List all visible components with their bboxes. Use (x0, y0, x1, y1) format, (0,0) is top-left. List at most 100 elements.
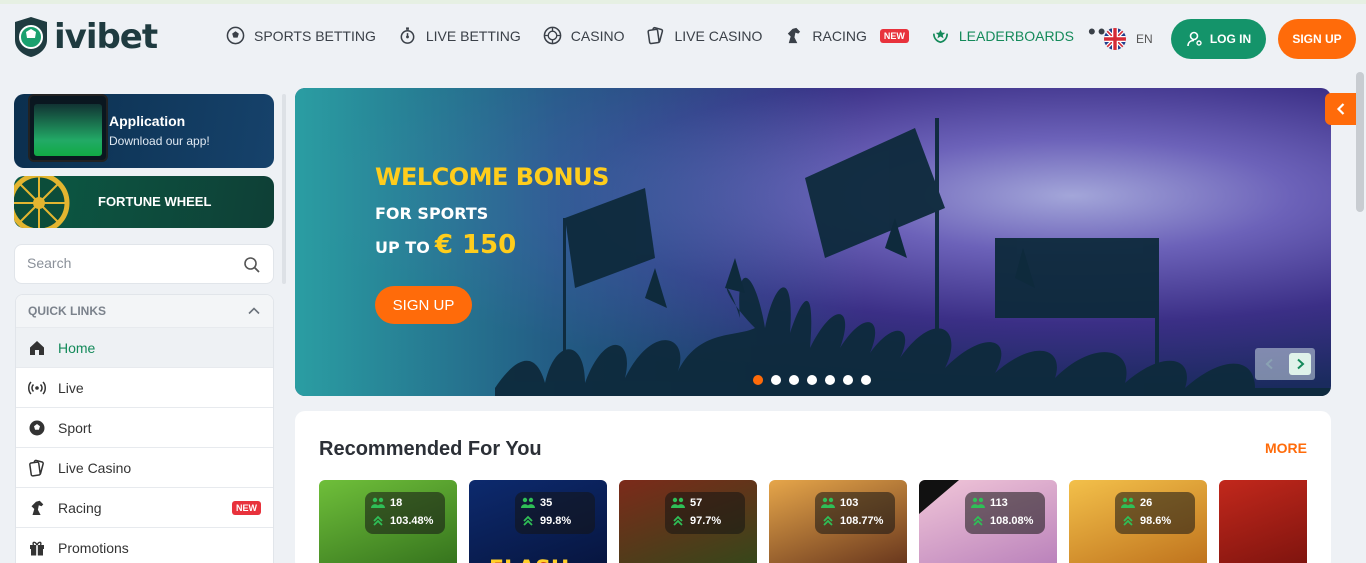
carousel-dot[interactable] (825, 375, 835, 385)
signup-label: SIGN UP (1292, 32, 1342, 46)
header: ivibet SPORTS BETTING LIVE BETTING CASIN… (0, 4, 1366, 72)
rtp-value: 98.6% (1140, 515, 1172, 527)
game-tile[interactable]: 35 99.8% FLASH (469, 480, 607, 563)
carousel-dots (753, 375, 871, 385)
player-count: 35 (540, 497, 553, 509)
cards-icon (29, 459, 44, 477)
nav-label: LIVE BETTING (425, 27, 521, 44)
banner-cta-label: SIGN UP (392, 296, 455, 314)
nav-live-betting[interactable]: LIVE BETTING (398, 26, 521, 45)
carousel-dot[interactable] (753, 375, 763, 385)
language-selector[interactable]: EN (1104, 28, 1153, 50)
sidebar-item-label: Home (58, 339, 96, 356)
game-tile[interactable]: 26 98.6% (1069, 480, 1207, 563)
search-input[interactable] (27, 255, 227, 271)
carousel-dot[interactable] (843, 375, 853, 385)
chevron-up-icon[interactable] (247, 304, 261, 318)
chevron-right-icon (1297, 358, 1305, 370)
user-key-icon (1187, 31, 1202, 47)
nav-label: RACING (812, 27, 867, 44)
carousel-next-button[interactable] (1289, 353, 1311, 375)
nav-label: LIVE CASINO (674, 27, 763, 44)
sidebar-item-racing[interactable]: Racing NEW (16, 487, 273, 527)
player-count: 57 (690, 497, 703, 509)
players-icon (971, 497, 985, 508)
game-stats: 18 103.48% (365, 492, 445, 534)
sidebar-scrollbar[interactable] (282, 94, 286, 284)
search-box (14, 244, 274, 284)
page-scrollbar[interactable] (1356, 72, 1364, 212)
nav-label: CASINO (570, 27, 625, 44)
rtp-value: 99.8% (540, 515, 572, 527)
game-stats: 113 108.08% (965, 492, 1045, 534)
nav-racing[interactable]: RACING NEW (784, 26, 909, 45)
rtp-up-icon (1123, 515, 1133, 526)
banner-prefix: UP TO (375, 238, 430, 257)
game-tile[interactable]: 18 103.48% (319, 480, 457, 563)
carousel-dot[interactable] (807, 375, 817, 385)
app-download-card[interactable]: Application Download our app! (14, 94, 274, 168)
uk-flag-icon (1104, 28, 1126, 50)
quick-links-title: QUICK LINKS (28, 304, 106, 318)
brand-name: ivibet (54, 17, 158, 57)
login-button[interactable]: LOG IN (1171, 19, 1266, 59)
game-stats: 103 108.77% (815, 492, 895, 534)
banner-signup-button[interactable]: SIGN UP (375, 286, 472, 324)
signup-button[interactable]: SIGN UP (1278, 19, 1356, 59)
game-stats: 35 99.8% (515, 492, 595, 534)
carousel-dot[interactable] (861, 375, 871, 385)
rtp-up-icon (373, 515, 383, 526)
nav-casino[interactable]: CASINO (543, 26, 625, 45)
sidebar-item-label: Racing (58, 499, 102, 516)
soccer-ball-icon (29, 420, 45, 435)
sidebar-item-home[interactable]: Home (16, 327, 273, 367)
side-panel-toggle[interactable] (1325, 93, 1357, 125)
rtp-up-icon (973, 515, 983, 526)
game-tile[interactable]: 103 108.77% (769, 480, 907, 563)
game-stats: 26 98.6% (1115, 492, 1195, 534)
quick-links-panel: QUICK LINKS Home Live Sport Live Casino … (15, 294, 274, 563)
fortune-wheel-card[interactable]: FORTUNE WHEEL (14, 176, 274, 228)
new-badge: NEW (879, 28, 909, 43)
rtp-up-icon (523, 515, 533, 526)
logo[interactable]: ivibet (12, 14, 158, 60)
search-icon[interactable] (243, 256, 261, 274)
game-tile[interactable]: 57 97.7% (619, 480, 757, 563)
game-logo-text: FLASH (489, 557, 569, 563)
fortune-wheel-title: FORTUNE WHEEL (98, 194, 212, 209)
chevron-left-icon (1336, 103, 1345, 115)
nav-sports-betting[interactable]: SPORTS BETTING (226, 26, 376, 45)
fortune-wheel-icon (14, 176, 70, 228)
carousel-dot[interactable] (789, 375, 799, 385)
quick-links-header[interactable]: QUICK LINKS (16, 295, 273, 327)
sidebar-item-live[interactable]: Live (16, 367, 273, 407)
recommended-section: Recommended For You MORE 18 103.48% 35 99.8… (295, 411, 1331, 563)
game-tile[interactable] (1219, 480, 1307, 563)
home-icon (30, 340, 44, 355)
recommended-title: Recommended For You (319, 438, 542, 460)
app-card-subtitle: Download our app! (109, 134, 210, 148)
sidebar-item-label: Live Casino (58, 459, 132, 476)
player-count: 103 (840, 497, 859, 509)
carousel-dot[interactable] (771, 375, 781, 385)
sidebar-item-sport[interactable]: Sport (16, 407, 273, 447)
language-code: EN (1136, 32, 1153, 46)
promo-banner[interactable]: WELCOME BONUS FOR SPORTS UP TO € 150 SIG… (295, 88, 1331, 396)
banner-title: WELCOME BONUS (375, 163, 609, 191)
sidebar-item-live-casino[interactable]: Live Casino (16, 447, 273, 487)
new-badge: NEW (232, 500, 261, 515)
logo-shield-icon (15, 17, 47, 57)
game-tile[interactable]: 113 108.08% (919, 480, 1057, 563)
roulette-icon (543, 26, 562, 45)
sidebar-item-label: Promotions (58, 539, 129, 556)
recommended-more-link[interactable]: MORE (1265, 440, 1307, 456)
sidebar-item-promotions[interactable]: Promotions (16, 527, 273, 563)
rtp-value: 108.77% (840, 515, 884, 527)
carousel-prev-button[interactable] (1259, 353, 1281, 375)
players-icon (371, 497, 385, 508)
sidebar-item-label: Sport (58, 419, 92, 436)
nav-leaderboards[interactable]: LEADERBOARDS (931, 26, 1074, 45)
rtp-value: 103.48% (390, 515, 434, 527)
nav-live-casino[interactable]: LIVE CASINO (646, 26, 762, 45)
rtp-value: 97.7% (690, 515, 722, 527)
